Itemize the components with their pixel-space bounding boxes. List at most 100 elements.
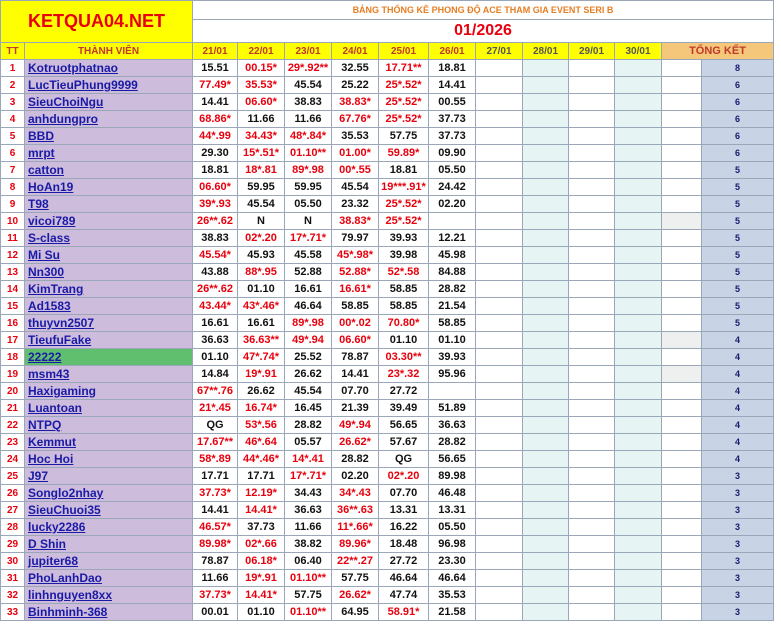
score-cell: [428, 382, 476, 400]
row-number: 1: [0, 59, 25, 77]
member-link[interactable]: thuyvn2507: [28, 316, 94, 330]
member-link[interactable]: BBD: [28, 129, 54, 143]
score-cell: 46.64: [284, 297, 332, 315]
empty-day-cell: [614, 178, 662, 196]
member-link[interactable]: Binhminh-368: [28, 605, 107, 619]
member-link[interactable]: TieufuFake: [28, 333, 91, 347]
empty-day-cell: [568, 314, 615, 332]
table-row: 15 Ad1583 43.44* 43*.46* 46.64 58.85 58.85 21.5…: [0, 297, 774, 315]
header-day: 26/01: [428, 42, 476, 60]
member-link[interactable]: S-class: [28, 231, 70, 245]
member-link[interactable]: NTPQ: [28, 418, 61, 432]
empty-day-cell: [475, 144, 523, 162]
empty-day-cell: [614, 416, 662, 434]
score-cell: 25*.52*: [378, 110, 429, 128]
member-link[interactable]: Haxigaming: [28, 384, 96, 398]
member-link[interactable]: Hoc Hoi: [28, 452, 73, 466]
member-cell: Haxigaming: [24, 382, 193, 400]
member-link[interactable]: lucky2286: [28, 520, 85, 534]
empty-day-cell: [522, 229, 569, 247]
table-row: 22 NTPQ QG 53*.56 28.82 49*.94 56.65 36.63 4: [0, 416, 774, 434]
member-link[interactable]: Luantoan: [28, 401, 82, 415]
table-row: 33 Binhminh-368 00.01 01.10 01.10** 64.95 58.9…: [0, 603, 774, 621]
total-cell: 3: [701, 518, 774, 536]
member-link[interactable]: SieuChoiNgu: [28, 95, 103, 109]
empty-day-cell: [614, 365, 662, 383]
score-cell: 11*.66*: [331, 518, 379, 536]
empty-day-cell: [522, 246, 569, 264]
empty-day-cell: [522, 467, 569, 485]
member-cell: Binhminh-368: [24, 603, 193, 621]
empty-day-cell: [475, 76, 523, 94]
score-cell: 02.20: [428, 195, 476, 213]
score-cell: 29*.92**: [284, 59, 332, 77]
member-link[interactable]: 22222: [28, 350, 61, 364]
empty-day-cell: [568, 365, 615, 383]
table-row: 24 Hoc Hoi 58*.89 44*.46* 14*.41 28.82 QG 56.65…: [0, 450, 774, 468]
empty-day-cell: [614, 518, 662, 536]
table-row: 23 Kemmut 17.67** 46*.64 05.57 26.62* 57.67 28.…: [0, 433, 774, 451]
table-row: 28 lucky2286 46.57* 37.73 11.66 11*.66* 16.22 0…: [0, 518, 774, 536]
score-cell: 45.93: [237, 246, 285, 264]
member-link[interactable]: mrpt: [28, 146, 55, 160]
member-link[interactable]: msm43: [28, 367, 69, 381]
member-link[interactable]: Ad1583: [28, 299, 71, 313]
total-spacer-cell: [661, 484, 702, 502]
member-link[interactable]: anhdungpro: [28, 112, 98, 126]
empty-day-cell: [568, 518, 615, 536]
empty-day-cell: [568, 416, 615, 434]
total-cell: 3: [701, 467, 774, 485]
member-link[interactable]: catton: [28, 163, 64, 177]
score-cell: 89.96*: [331, 535, 379, 553]
row-number: 24: [0, 450, 25, 468]
member-link[interactable]: Songlo2nhay: [28, 486, 103, 500]
member-link[interactable]: jupiter68: [28, 554, 78, 568]
member-link[interactable]: vicoi789: [28, 214, 75, 228]
score-cell: 09.90: [428, 144, 476, 162]
empty-day-cell: [522, 297, 569, 315]
empty-day-cell: [568, 127, 615, 145]
score-cell: 03.30**: [378, 348, 429, 366]
member-link[interactable]: Mi Su: [28, 248, 60, 262]
total-cell: 4: [701, 382, 774, 400]
member-link[interactable]: J97: [28, 469, 48, 483]
header-day: 21/01: [192, 42, 238, 60]
row-number: 31: [0, 569, 25, 587]
score-cell: 21.39: [331, 399, 379, 417]
member-link[interactable]: KimTrang: [28, 282, 83, 296]
total-cell: 5: [701, 195, 774, 213]
member-link[interactable]: D Shin: [28, 537, 66, 551]
member-cell: KimTrang: [24, 280, 193, 298]
total-spacer-cell: [661, 552, 702, 570]
empty-day-cell: [475, 399, 523, 417]
empty-day-cell: [568, 348, 615, 366]
empty-day-cell: [568, 195, 615, 213]
member-link[interactable]: Kotruotphatnao: [28, 61, 118, 75]
member-link[interactable]: SieuChuoi35: [28, 503, 101, 517]
empty-day-cell: [568, 110, 615, 128]
member-link[interactable]: Kemmut: [28, 435, 76, 449]
empty-day-cell: [475, 212, 523, 230]
member-link[interactable]: linhnguyen8xx: [28, 588, 112, 602]
member-link[interactable]: T98: [28, 197, 49, 211]
member-link[interactable]: LucTieuPhung9999: [28, 78, 138, 92]
empty-day-cell: [475, 348, 523, 366]
empty-day-cell: [568, 331, 615, 349]
total-cell: 5: [701, 263, 774, 281]
empty-day-cell: [475, 433, 523, 451]
score-cell: 06.18*: [237, 552, 285, 570]
score-cell: 18*.81: [237, 161, 285, 179]
member-link[interactable]: Nn300: [28, 265, 64, 279]
score-cell: 07.70: [331, 382, 379, 400]
member-link[interactable]: HoAn19: [28, 180, 73, 194]
empty-day-cell: [568, 501, 615, 519]
table-row: 7 catton 18.81 18*.81 89*.98 00*.55 18.81 05.50…: [0, 161, 774, 179]
header-day: 30/01: [614, 42, 662, 60]
total-spacer-cell: [661, 195, 702, 213]
row-number: 11: [0, 229, 25, 247]
score-cell: 46.64: [378, 569, 429, 587]
score-cell: 14.41*: [237, 501, 285, 519]
score-cell: 67**.76: [192, 382, 238, 400]
score-cell: 32.55: [331, 59, 379, 77]
member-link[interactable]: PhoLanhDao: [28, 571, 102, 585]
